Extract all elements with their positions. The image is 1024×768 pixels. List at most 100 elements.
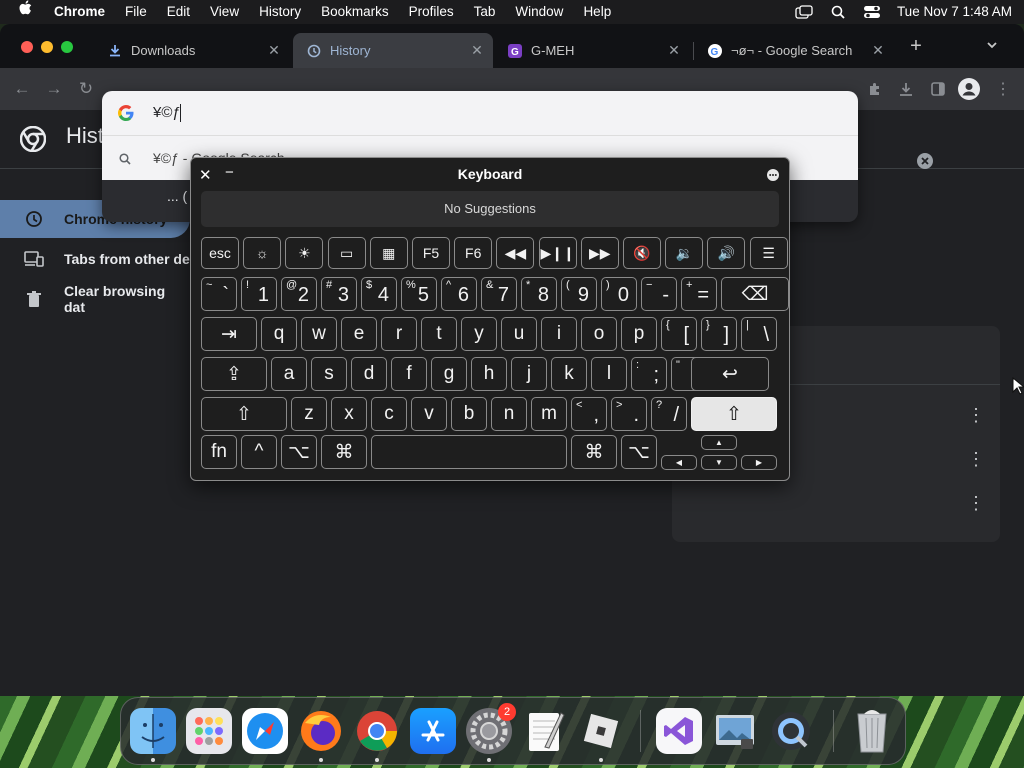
key-b[interactable]: b (451, 397, 487, 431)
key-e[interactable]: e (341, 317, 377, 351)
dock-visual-studio-icon[interactable] (656, 708, 702, 754)
key-play-pause[interactable]: ▶❙❙ (538, 237, 577, 269)
key-right-option[interactable]: ⌥ (621, 435, 657, 469)
key-i[interactable]: i (541, 317, 577, 351)
key-r[interactable]: r (381, 317, 417, 351)
key-arrow-down[interactable]: ▼ (701, 455, 737, 470)
key-left-bracket[interactable]: {[ (661, 317, 697, 351)
dock-trash-icon[interactable] (849, 708, 895, 754)
key-backtick[interactable]: ~ ` (201, 277, 237, 311)
close-tab-icon[interactable]: ✕ (266, 42, 282, 59)
key-launchpad[interactable]: ▦ (369, 237, 408, 269)
key-mute[interactable]: 🔇 (623, 237, 661, 269)
menu-bookmarks[interactable]: Bookmarks (311, 0, 399, 24)
key-9[interactable]: (9 (561, 277, 597, 311)
row-more-actions-icon[interactable]: ⋮ (967, 406, 985, 424)
key-slash[interactable]: ? / (651, 397, 687, 431)
key-c[interactable]: c (371, 397, 407, 431)
key-z[interactable]: z (291, 397, 327, 431)
apple-logo-icon[interactable] (0, 0, 44, 24)
tab-search-chevron-icon[interactable] (985, 38, 1001, 54)
back-arrow-icon[interactable]: ← (10, 77, 34, 101)
extensions-puzzle-icon[interactable] (863, 77, 887, 101)
clear-search-icon[interactable] (916, 152, 936, 172)
key-rewind[interactable]: ◀◀ (496, 237, 535, 269)
key-control[interactable]: ^ (241, 435, 277, 469)
dock-roblox-icon[interactable] (578, 708, 624, 754)
key-brightness-down[interactable]: ☼ (243, 237, 282, 269)
key-right-command[interactable]: ⌘ (571, 435, 617, 469)
close-window-button[interactable] (21, 41, 33, 53)
key-backslash[interactable]: | \ (741, 317, 777, 351)
tab-g-meh[interactable]: G G-MEH ✕ (494, 33, 690, 68)
key-brightness-up[interactable]: ☀ (285, 237, 324, 269)
key-3[interactable]: #3 (321, 277, 357, 311)
key-return[interactable]: ↩ (691, 357, 769, 391)
omnibox-text[interactable]: ¥©ƒ (153, 104, 181, 121)
key-w[interactable]: w (301, 317, 337, 351)
menu-view[interactable]: View (200, 0, 249, 24)
key-l[interactable]: l (591, 357, 627, 391)
dock-launchpad-icon[interactable] (186, 708, 232, 754)
forward-arrow-icon[interactable]: → (42, 77, 66, 101)
key-fn[interactable]: fn (201, 435, 237, 469)
menu-tab[interactable]: Tab (464, 0, 506, 24)
close-tab-icon[interactable]: ✕ (666, 42, 682, 59)
downloads-toolbar-icon[interactable] (894, 77, 918, 101)
key-right-bracket[interactable]: }] (701, 317, 737, 351)
key-caps-lock[interactable]: ⇪ (201, 357, 267, 391)
row-more-actions-icon[interactable]: ⋮ (967, 494, 985, 512)
menu-app-name[interactable]: Chrome (44, 0, 115, 24)
key-h[interactable]: h (471, 357, 507, 391)
minimize-window-button[interactable] (41, 41, 53, 53)
key-8[interactable]: * 8 (521, 277, 557, 311)
key-comma[interactable]: <, (571, 397, 607, 431)
sidebar-item-tabs-from-other-devices[interactable]: Tabs from other de (0, 240, 190, 278)
key-t[interactable]: t (421, 317, 457, 351)
key-arrow-left[interactable]: ◀ (661, 455, 697, 470)
dock-quicktime-icon[interactable] (768, 708, 814, 754)
key-u[interactable]: u (501, 317, 537, 351)
close-tab-icon[interactable]: ✕ (469, 42, 485, 59)
key-0[interactable]: ) 0 (601, 277, 637, 311)
omnibox-input-row[interactable]: ¥©ƒ (102, 91, 858, 135)
key-arrow-up[interactable]: ▲ (701, 435, 737, 450)
spotlight-search-icon[interactable] (829, 5, 847, 19)
key-space[interactable] (371, 435, 567, 469)
key-fast-forward[interactable]: ▶▶ (580, 237, 619, 269)
menu-file[interactable]: File (115, 0, 157, 24)
key-o[interactable]: o (581, 317, 617, 351)
tab-google-search[interactable]: G ¬ø¬ - Google Search ✕ (694, 33, 894, 68)
key-k[interactable]: k (551, 357, 587, 391)
key-arrow-right[interactable]: ▶ (741, 455, 777, 470)
dock-app-store-icon[interactable] (410, 708, 456, 754)
key-d[interactable]: d (351, 357, 387, 391)
key-5[interactable]: % 5 (401, 277, 437, 311)
key-n[interactable]: n (491, 397, 527, 431)
dock-chrome-icon[interactable] (354, 708, 400, 754)
profile-avatar-icon[interactable] (957, 77, 981, 101)
side-panel-icon[interactable] (926, 77, 950, 101)
key-s[interactable]: s (311, 357, 347, 391)
key-1[interactable]: ! 1 (241, 277, 277, 311)
key-minus[interactable]: − - (641, 277, 677, 311)
key-g[interactable]: g (431, 357, 467, 391)
key-left-shift[interactable]: ⇧ (201, 397, 287, 431)
key-f[interactable]: f (391, 357, 427, 391)
row-more-actions-icon[interactable]: ⋮ (967, 450, 985, 468)
key-y[interactable]: y (461, 317, 497, 351)
tab-history[interactable]: History ✕ (293, 33, 493, 68)
key-esc[interactable]: esc (201, 237, 239, 269)
key-4[interactable]: $4 (361, 277, 397, 311)
key-v[interactable]: v (411, 397, 447, 431)
key-x[interactable]: x (331, 397, 367, 431)
key-j[interactable]: j (511, 357, 547, 391)
key-left-command[interactable]: ⌘ (321, 435, 367, 469)
menu-window[interactable]: Window (505, 0, 573, 24)
dock-textedit-icon[interactable] (522, 708, 568, 754)
key-mission-control[interactable]: ▭ (327, 237, 366, 269)
key-tab[interactable]: ⇥ (201, 317, 257, 351)
key-equals[interactable]: + = (681, 277, 717, 311)
key-volume-up[interactable]: 🔊 (707, 237, 746, 269)
key-right-shift[interactable]: ⇧ (691, 397, 777, 431)
